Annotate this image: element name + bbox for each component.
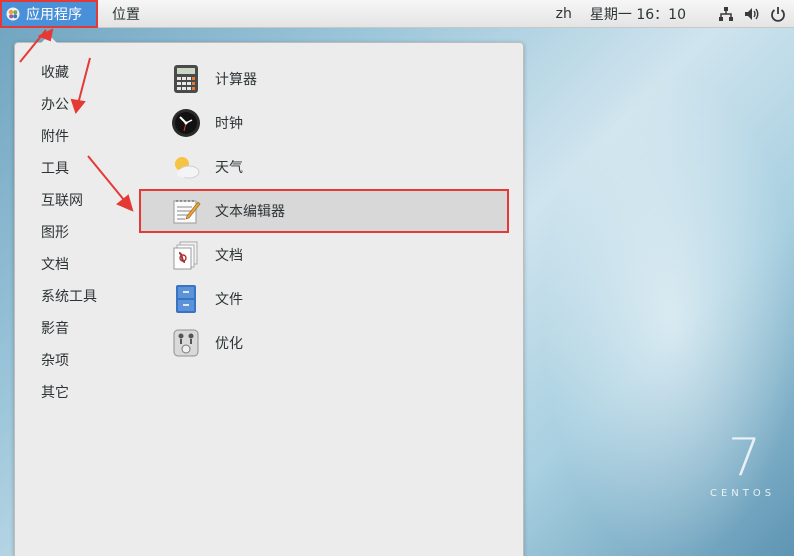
places-label: 位置 [112, 7, 140, 23]
category-label: 其它 [41, 385, 69, 401]
category-label: 图形 [41, 225, 69, 241]
clock-icon [171, 108, 201, 138]
category-office[interactable]: 办公 [41, 89, 131, 121]
category-system-tools[interactable]: 系统工具 [41, 281, 131, 313]
applications-label: 应用程序 [26, 7, 82, 23]
app-label: 文件 [215, 292, 243, 308]
app-label: 计算器 [215, 72, 257, 88]
category-label: 工具 [41, 161, 69, 177]
network-icon[interactable] [718, 6, 734, 22]
app-label: 时钟 [215, 116, 243, 132]
centos-logo: 7 CENTOS [706, 428, 790, 508]
category-sound-video[interactable]: 影音 [41, 313, 131, 345]
app-list: 计算器 时钟 天气 文本编辑器 文档 文件 优化 [139, 57, 509, 365]
category-internet[interactable]: 互联网 [41, 185, 131, 217]
tweaks-icon [171, 328, 201, 358]
app-weather[interactable]: 天气 [139, 145, 509, 189]
app-label: 优化 [215, 336, 243, 352]
category-other[interactable]: 其它 [41, 377, 131, 409]
power-icon[interactable] [770, 6, 786, 22]
category-label: 系统工具 [41, 289, 97, 305]
text-editor-icon [171, 196, 201, 226]
category-documents[interactable]: 文档 [41, 249, 131, 281]
clock[interactable]: 星期一 16：10 [590, 4, 686, 24]
category-label: 杂项 [41, 353, 69, 369]
app-calculator[interactable]: 计算器 [139, 57, 509, 101]
applications-menu-button[interactable]: 应用程序 [0, 0, 98, 28]
category-label: 收藏 [41, 65, 69, 81]
category-label: 影音 [41, 321, 69, 337]
centos-wordmark: CENTOS [710, 488, 776, 499]
category-favorites[interactable]: 收藏 [41, 57, 131, 89]
input-language-indicator[interactable]: zh [556, 6, 572, 22]
files-icon [171, 284, 201, 314]
app-label: 天气 [215, 160, 243, 176]
app-label: 文本编辑器 [215, 204, 285, 220]
app-documents[interactable]: 文档 [139, 233, 509, 277]
category-graphics[interactable]: 图形 [41, 217, 131, 249]
volume-icon[interactable] [744, 6, 760, 22]
foot-icon [6, 7, 20, 21]
weather-icon [171, 152, 201, 182]
category-label: 附件 [41, 129, 69, 145]
category-label: 文档 [41, 257, 69, 273]
category-label: 办公 [41, 97, 69, 113]
category-utilities[interactable]: 工具 [41, 153, 131, 185]
category-label: 互联网 [41, 193, 83, 209]
app-files[interactable]: 文件 [139, 277, 509, 321]
app-label: 文档 [215, 248, 243, 264]
documents-icon [171, 240, 201, 270]
top-panel: 应用程序 位置 zh 星期一 16：10 [0, 0, 794, 28]
system-tray: zh 星期一 16：10 [556, 0, 786, 28]
calculator-icon [171, 64, 201, 94]
app-tweaks[interactable]: 优化 [139, 321, 509, 365]
category-sundry[interactable]: 杂项 [41, 345, 131, 377]
category-accessories[interactable]: 附件 [41, 121, 131, 153]
centos-version: 7 [728, 428, 762, 488]
places-menu-button[interactable]: 位置 [112, 0, 140, 28]
app-clock[interactable]: 时钟 [139, 101, 509, 145]
applications-menu: 收藏 办公 附件 工具 互联网 图形 文档 系统工具 影音 杂项 其它 计算器 … [14, 35, 524, 556]
app-text-editor[interactable]: 文本编辑器 [139, 189, 509, 233]
category-list: 收藏 办公 附件 工具 互联网 图形 文档 系统工具 影音 杂项 其它 [41, 57, 131, 409]
